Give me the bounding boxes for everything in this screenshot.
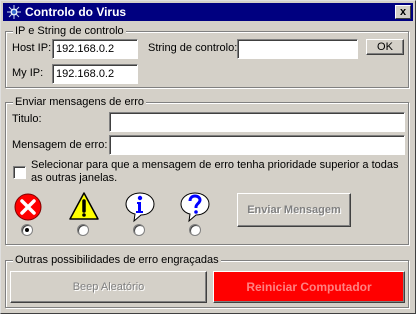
radio-selected-dot (25, 228, 29, 232)
information-icon-radio[interactable] (133, 224, 145, 236)
restart-computer-button[interactable]: Reiniciar Computador (213, 271, 405, 303)
error-icon-radio[interactable] (21, 224, 33, 236)
window-title: Controlo do Virus (25, 5, 127, 19)
ok-button[interactable]: OK (366, 39, 404, 55)
question-icon-radio[interactable] (189, 224, 201, 236)
title-label: Titulo: (12, 113, 42, 125)
title-bar[interactable]: Controlo do Virus x (3, 3, 413, 21)
title-field[interactable] (109, 112, 405, 132)
close-button[interactable]: x (395, 5, 411, 19)
error-icon (12, 191, 44, 223)
fun-group: Outras possibilidades de erro engraçadas… (5, 253, 409, 308)
random-beep-button[interactable]: Beep Aleatório (10, 271, 207, 303)
priority-checkbox[interactable] (13, 166, 26, 179)
error-group-legend: Enviar mensagens de erro (13, 95, 147, 109)
error-group: Enviar mensagens de erro Titulo: Mensage… (5, 95, 409, 245)
control-string-field[interactable] (237, 39, 358, 59)
send-message-button[interactable]: Enviar Mensagem (237, 193, 351, 227)
app-icon (6, 4, 22, 20)
control-string-label: String de controlo: (148, 42, 238, 54)
ip-group-legend: IP e String de controlo (13, 24, 126, 38)
question-icon (179, 191, 211, 223)
host-ip-label: Host IP: (12, 42, 52, 54)
warning-icon-radio[interactable] (77, 224, 89, 236)
fun-group-legend: Outras possibilidades de erro engraçadas (13, 253, 221, 267)
ip-group: IP e String de controlo Host IP: 192.168… (5, 24, 409, 88)
priority-checkbox-label: Selecionar para que a mensagem de erro t… (31, 159, 399, 184)
warning-icon (68, 191, 100, 223)
information-icon (124, 191, 156, 223)
my-ip-field[interactable]: 192.168.0.2 (52, 64, 138, 84)
error-message-label: Mensagem de erro: (12, 139, 108, 151)
app-window: Controlo do Virus x IP e String de contr… (0, 0, 416, 314)
my-ip-label: My IP: (12, 67, 44, 79)
error-message-field[interactable] (109, 135, 405, 155)
host-ip-field[interactable]: 192.168.0.2 (52, 39, 138, 59)
